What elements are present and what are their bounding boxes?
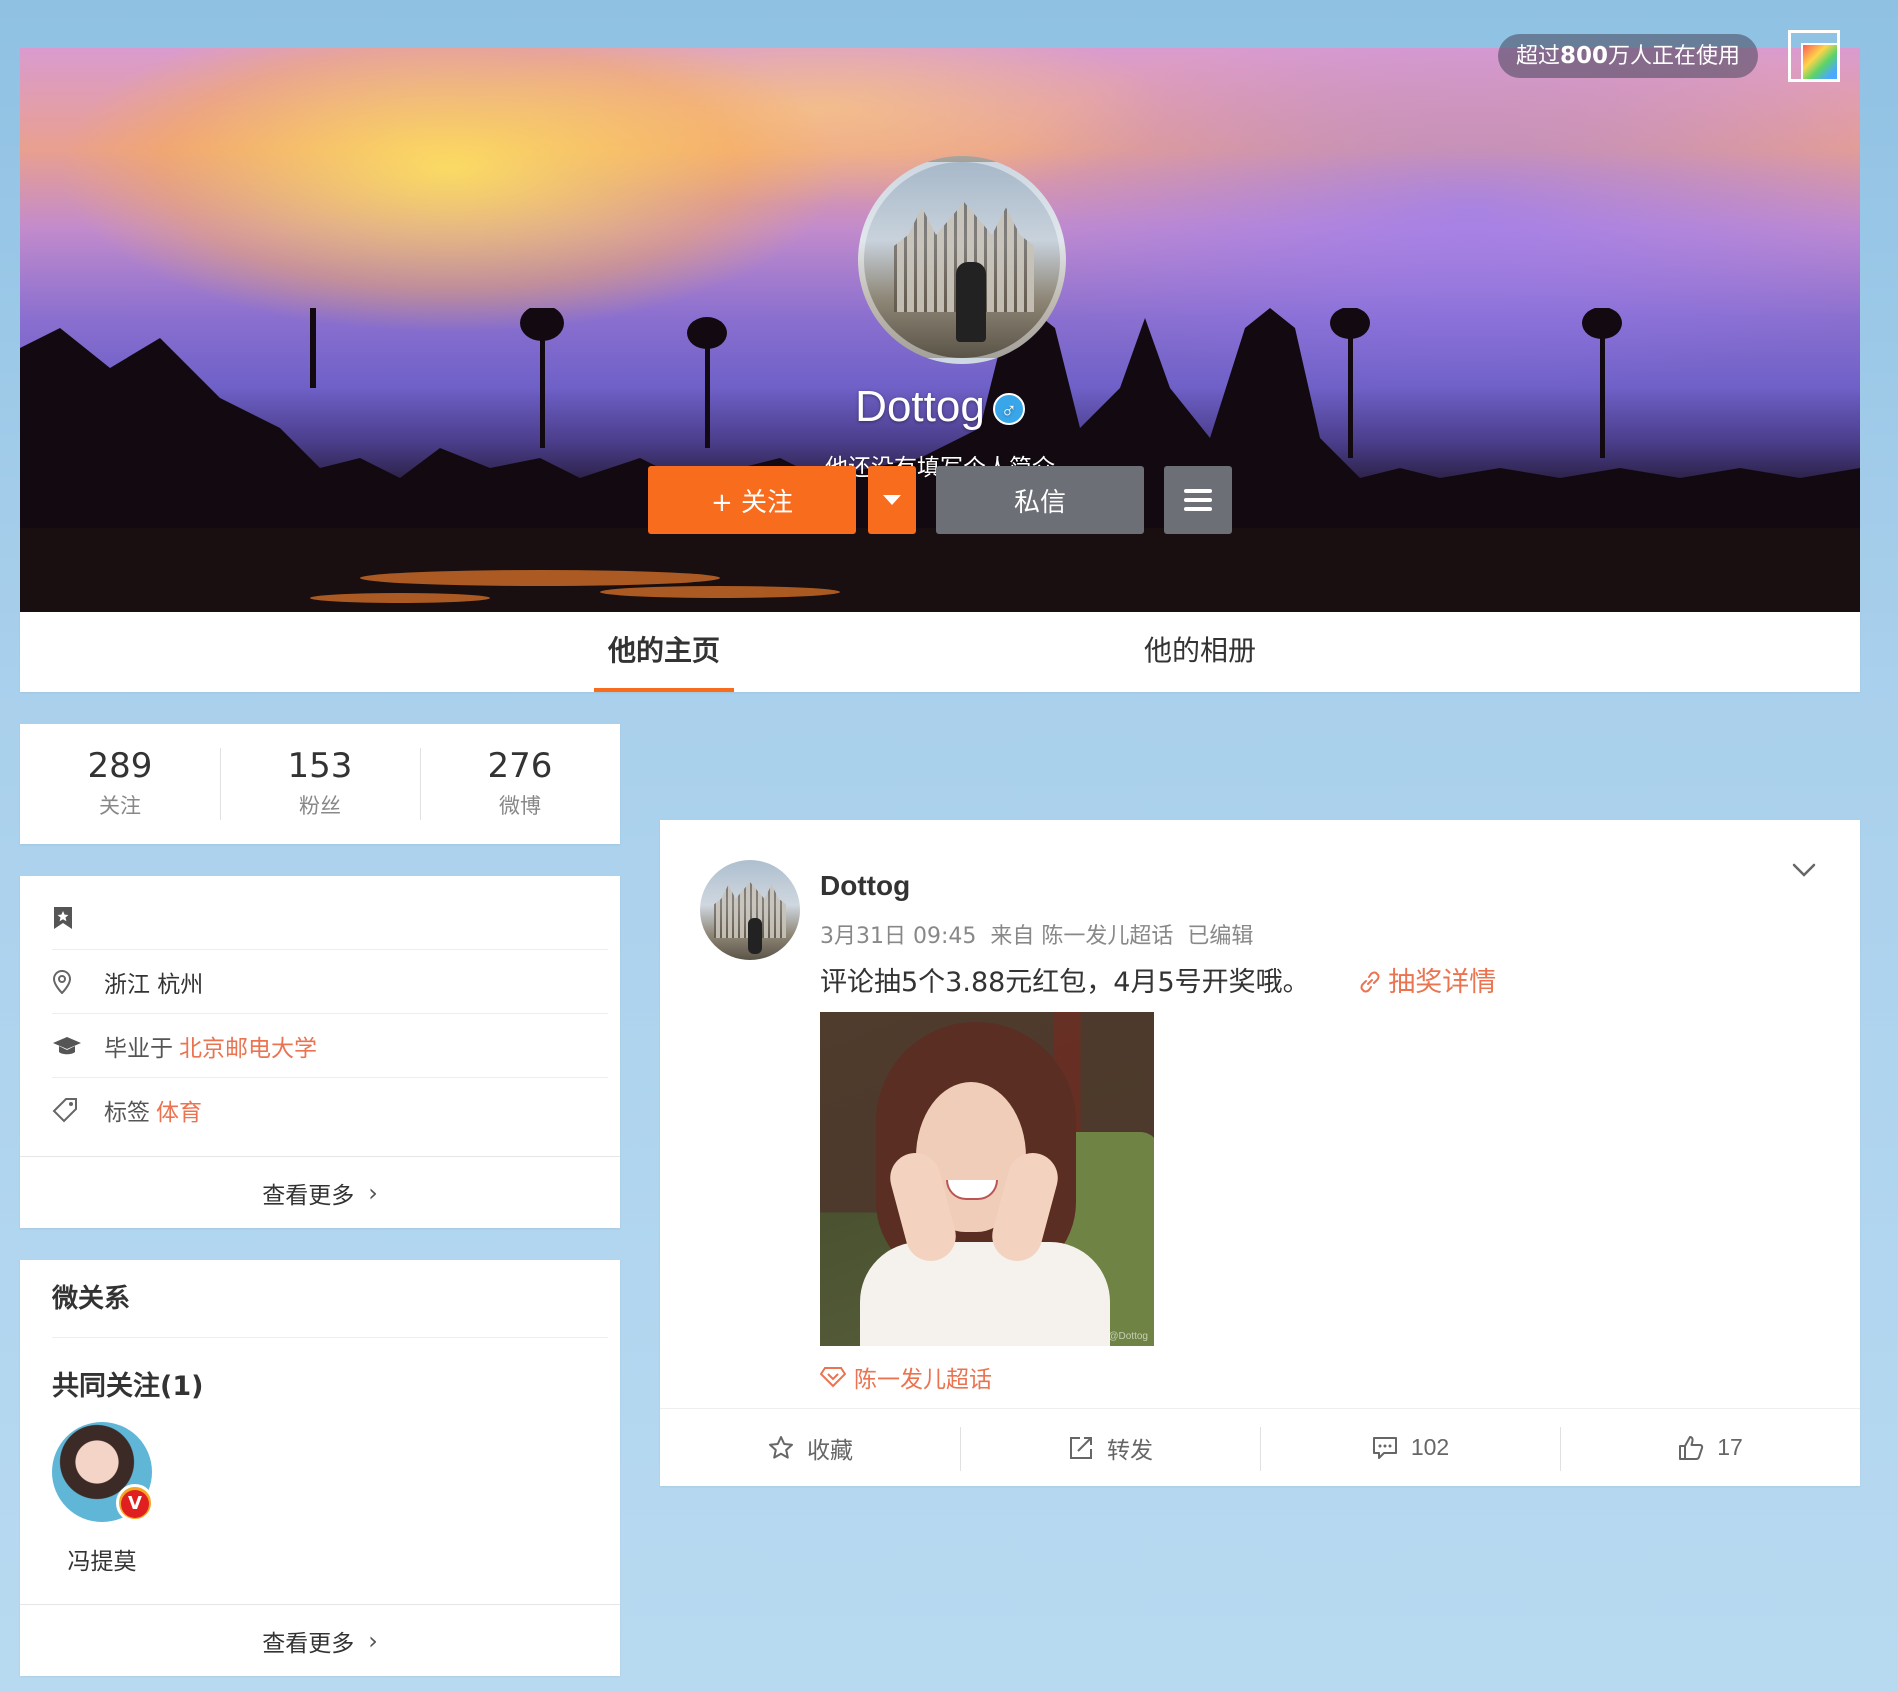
follow-button[interactable]: + 关注 bbox=[648, 466, 856, 534]
link-icon bbox=[1360, 971, 1380, 993]
profile-cover: Dottog♂ 他还没有填写个人简介 + 关注 私信 bbox=[20, 48, 1860, 612]
stats-card: 289 关注 153 粉丝 276 微博 bbox=[20, 724, 620, 844]
info-view-more-button[interactable]: 查看更多 › bbox=[20, 1156, 620, 1228]
post-source[interactable]: 来自 陈一发儿超话 bbox=[990, 924, 1173, 949]
lottery-details-label: 抽奖详情 bbox=[1388, 967, 1497, 998]
avatar-person bbox=[956, 262, 986, 342]
supertopic-label: 陈一发儿超话 bbox=[854, 1367, 992, 1393]
chevron-right-icon: › bbox=[368, 1178, 378, 1207]
lottery-details-link[interactable]: 抽奖详情 bbox=[1358, 967, 1496, 998]
mutual-follow-title: 共同关注(1) bbox=[52, 1371, 204, 1402]
education-school-link[interactable]: 北京邮电大学 bbox=[179, 1029, 317, 1063]
location-text: 浙江 杭州 bbox=[104, 971, 204, 998]
profile-username-text: Dottog bbox=[855, 382, 985, 431]
relationship-card: 微关系 共同关注(1) V 冯提莫 查看更多 › bbox=[20, 1260, 620, 1676]
hamburger-icon bbox=[1184, 489, 1212, 511]
profile-avatar[interactable] bbox=[858, 156, 1066, 364]
graduation-cap-icon bbox=[52, 1035, 104, 1057]
stat-posts-label: 微博 bbox=[499, 794, 541, 818]
education-prefix: 毕业于 bbox=[104, 1035, 173, 1062]
favorite-button[interactable]: 收藏 bbox=[660, 1409, 960, 1486]
users-count-badge[interactable]: 超过800万人正在使用 bbox=[1498, 34, 1759, 78]
info-row-tags: 标签 体育 bbox=[52, 1078, 608, 1142]
post-meta: 3月31日 09:45 来自 陈一发儿超话 已编辑 bbox=[820, 918, 1253, 950]
post-body: 评论抽5个3.88元红包，4月5号开奖哦。 bbox=[820, 967, 1310, 998]
stat-followers-label: 粉丝 bbox=[299, 794, 341, 818]
more-menu-button[interactable] bbox=[1164, 466, 1232, 534]
profile-info-card: 浙江 杭州 毕业于 北京邮电大学 标签 体育 查看更多 › bbox=[20, 876, 620, 1228]
post-date[interactable]: 3月31日 09:45 bbox=[820, 924, 976, 949]
stat-following[interactable]: 289 关注 bbox=[20, 724, 220, 844]
comment-button[interactable]: 102 bbox=[1260, 1409, 1560, 1486]
supertopic-link[interactable]: 陈一发儿超话 bbox=[820, 1360, 992, 1394]
verified-v-icon: V bbox=[116, 1484, 154, 1522]
relation-view-more-button[interactable]: 查看更多 › bbox=[20, 1604, 620, 1676]
profile-username: Dottog ♂ bbox=[20, 382, 1860, 432]
tags-prefix: 标签 bbox=[104, 1100, 150, 1126]
stat-posts-count: 276 bbox=[487, 746, 553, 786]
post-text: 评论抽5个3.88元红包，4月5号开奖哦。 抽奖详情 bbox=[820, 960, 1496, 999]
profile-tabs: 他的主页 他的相册 bbox=[20, 612, 1860, 692]
post-actions-bar: 收藏 转发 102 17 bbox=[660, 1408, 1860, 1486]
qr-code-icon[interactable] bbox=[1788, 30, 1840, 82]
post-edited-label: 已编辑 bbox=[1187, 924, 1254, 949]
info-row-location: 浙江 杭州 bbox=[52, 950, 608, 1014]
info-row-education: 毕业于 北京邮电大学 bbox=[52, 1014, 608, 1078]
comment-icon bbox=[1372, 1436, 1397, 1459]
tab-home[interactable]: 他的主页 bbox=[594, 612, 734, 692]
info-view-more-label: 查看更多 bbox=[262, 1182, 355, 1209]
caret-down-icon bbox=[883, 495, 901, 505]
chevron-right-icon: › bbox=[368, 1626, 378, 1655]
post-image[interactable]: @Dottog bbox=[820, 1012, 1154, 1346]
male-gender-icon: ♂ bbox=[992, 393, 1025, 426]
image-watermark: @Dottog bbox=[1108, 1331, 1148, 1342]
users-badge-count: 800 bbox=[1560, 43, 1609, 69]
relation-view-more-label: 查看更多 bbox=[262, 1630, 355, 1657]
post-author-name[interactable]: Dottog bbox=[820, 870, 910, 902]
bookmark-icon bbox=[52, 906, 104, 930]
post-options-chevron-icon[interactable] bbox=[1790, 856, 1818, 884]
mutual-user-name[interactable]: 冯提莫 bbox=[52, 1542, 152, 1576]
like-count: 17 bbox=[1717, 1434, 1743, 1460]
tag-sports-link[interactable]: 体育 bbox=[156, 1093, 202, 1127]
verified-v-letter: V bbox=[121, 1490, 149, 1518]
diamond-icon bbox=[820, 1367, 846, 1388]
post-author-avatar[interactable] bbox=[700, 860, 800, 960]
tab-album[interactable]: 他的相册 bbox=[1130, 612, 1270, 692]
repost-button[interactable]: 转发 bbox=[960, 1409, 1260, 1486]
star-icon bbox=[769, 1435, 793, 1459]
stat-following-label: 关注 bbox=[99, 794, 141, 818]
thumbs-up-icon bbox=[1679, 1435, 1704, 1460]
tag-icon bbox=[52, 1097, 104, 1123]
stat-followers[interactable]: 153 粉丝 bbox=[220, 724, 420, 844]
share-icon bbox=[1070, 1436, 1092, 1459]
users-badge-prefix: 超过 bbox=[1516, 44, 1561, 69]
stat-followers-count: 153 bbox=[287, 746, 353, 786]
post-card: Dottog 3月31日 09:45 来自 陈一发儿超话 已编辑 评论抽5个3.88… bbox=[660, 820, 1860, 1486]
users-badge-suffix: 万人正在使用 bbox=[1608, 44, 1741, 69]
location-pin-icon bbox=[52, 969, 104, 994]
message-button[interactable]: 私信 bbox=[936, 466, 1144, 534]
comment-count: 102 bbox=[1410, 1434, 1450, 1460]
stat-following-count: 289 bbox=[87, 746, 153, 786]
mutual-user-avatar[interactable]: V bbox=[52, 1422, 154, 1522]
info-row-bookmark bbox=[52, 886, 608, 950]
favorite-label: 收藏 bbox=[807, 1437, 853, 1464]
relationship-title: 微关系 bbox=[52, 1260, 608, 1338]
repost-label: 转发 bbox=[1107, 1437, 1153, 1464]
follow-options-button[interactable] bbox=[868, 466, 916, 534]
like-button[interactable]: 17 bbox=[1560, 1409, 1860, 1486]
stat-posts[interactable]: 276 微博 bbox=[420, 724, 620, 844]
